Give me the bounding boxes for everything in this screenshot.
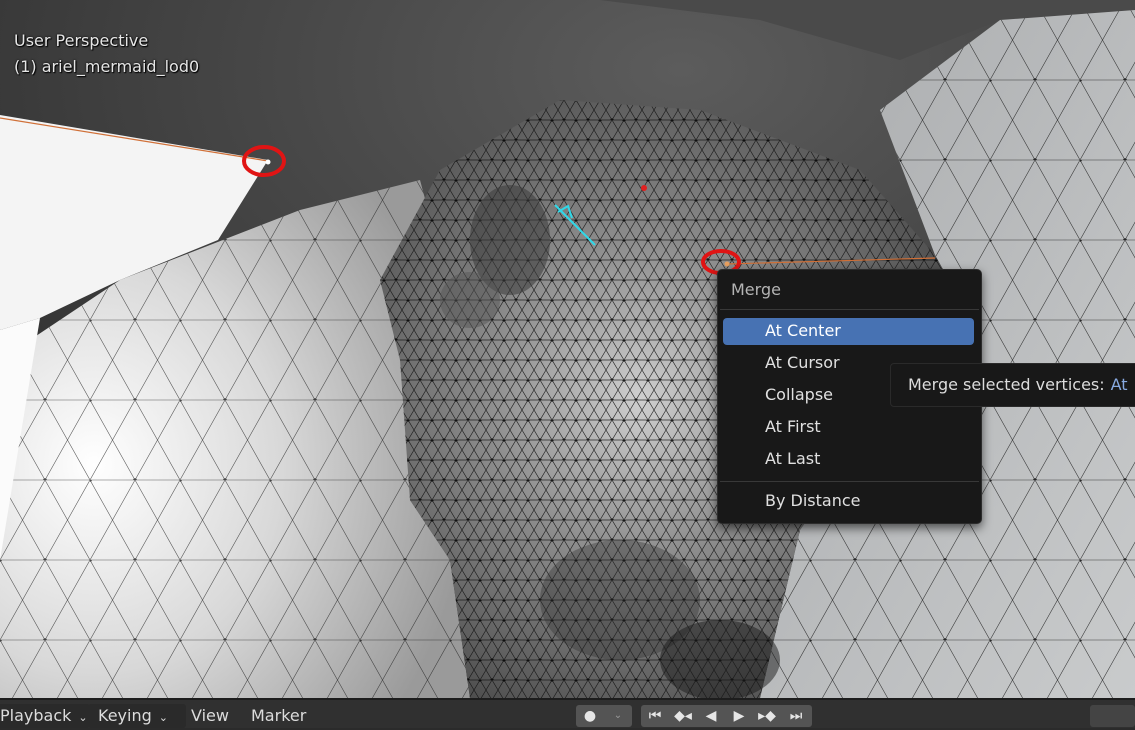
menu-separator [720,309,979,310]
chevron-down-icon: ⌄ [78,711,88,724]
tooltip: Merge selected vertices: At [890,363,1135,407]
menu-title: Merge [731,280,781,299]
menu-item-at-center[interactable]: At Center [723,318,974,345]
viewport-title: User Perspective [14,31,149,50]
playback-menu[interactable]: Playback ⌄ [0,704,90,728]
record-group: ● ⌄ [576,705,632,727]
chevron-down-icon: ⌄ [158,711,168,724]
3d-viewport[interactable]: User Perspective (1) ariel_mermaid_lod0 … [0,0,1135,698]
next-keyframe-icon[interactable]: ▸◆ [753,705,781,727]
menu-item-label: At Last [765,449,821,468]
menu-item-label: Collapse [765,385,833,404]
menu-item-label: By Distance [765,491,861,510]
record-icon[interactable]: ● [576,705,604,727]
menu-item-label: At Center [765,321,841,340]
playback-label: Playback [0,706,72,725]
menu-item-at-last[interactable]: At Last [723,446,974,473]
jump-end-icon[interactable]: ⏭ [784,705,808,727]
active-object-label: (1) ariel_mermaid_lod0 [14,57,200,76]
keying-label: Keying [98,706,152,725]
menu-separator [720,481,979,482]
chevron-down-icon[interactable]: ⌄ [604,705,632,727]
menu-item-label: At First [765,417,821,436]
keying-menu[interactable]: Keying ⌄ [88,704,186,728]
menu-item-at-first[interactable]: At First [723,414,974,441]
play-reverse-icon[interactable]: ◀ [699,705,723,727]
marker-menu[interactable]: Marker [251,704,306,728]
view-menu[interactable]: View [191,704,229,728]
tooltip-text: Merge selected vertices: [908,375,1105,394]
menu-item-label: At Cursor [765,353,840,372]
tooltip-value: At [1110,375,1128,394]
frame-field[interactable] [1090,705,1135,727]
prev-keyframe-icon[interactable]: ◆◂ [669,705,697,727]
jump-start-icon[interactable]: ⏮ [643,705,667,727]
playback-controls: ⏮ ◆◂ ◀ ▶ ▸◆ ⏭ [641,705,812,727]
play-icon[interactable]: ▶ [727,705,751,727]
menu-item-by-distance[interactable]: By Distance [723,488,974,515]
timeline-header: Playback ⌄ Keying ⌄ View Marker ● ⌄ ⏮ ◆◂ ◀… [0,698,1135,728]
